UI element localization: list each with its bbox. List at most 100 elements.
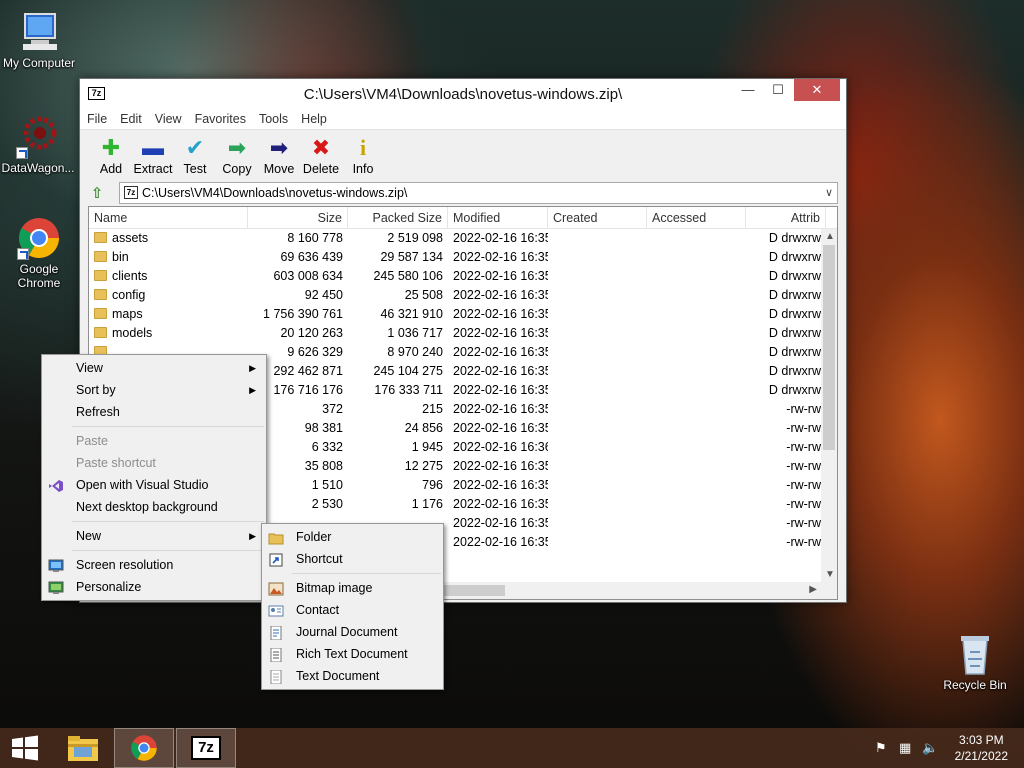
created-cell [548,419,647,438]
accessed-cell [647,495,746,514]
menu-item-view[interactable]: View ▶ [42,357,266,379]
close-button[interactable]: ✕ [794,79,840,101]
column-size[interactable]: Size [248,207,348,228]
delete-label: Delete [302,162,340,176]
start-button[interactable] [0,728,50,768]
action-center-flag-icon[interactable]: ⚑ [875,740,891,756]
accessed-cell [647,514,746,533]
accessed-cell [647,476,746,495]
up-folder-icon[interactable]: ⇧ [86,184,108,202]
menu-item-label: Paste shortcut [76,456,156,470]
taskbar-file-explorer[interactable] [54,728,114,768]
menu-file[interactable]: File [87,112,107,126]
menu-item-shortcut[interactable]: Shortcut [262,548,443,570]
chevron-down-icon[interactable]: ∨ [825,183,833,203]
info-label: Info [352,162,374,176]
attrib-cell: D drwxrw [768,326,821,340]
menu-item-new[interactable]: New ▶ [42,525,266,547]
taskbar-chrome[interactable] [114,728,174,768]
menu-favorites[interactable]: Favorites [195,112,246,126]
menu-item-rich-text-document[interactable]: Rich Text Document [262,643,443,665]
column-packed-size[interactable]: Packed Size [348,207,448,228]
menu-item-label: Shortcut [296,552,343,566]
address-bar: ⇧ 7z C:\Users\VM4\Downloads\novetus-wind… [86,182,838,204]
add-label: Add [99,162,123,176]
desktop-icon-my-computer[interactable]: My Computer [1,10,77,70]
menu-item-text-document[interactable]: Text Document [262,665,443,687]
created-cell [548,229,647,248]
table-row[interactable]: clients 603 008 634 245 580 106 2022-02-16 … [89,267,837,286]
menu-item-label: Next desktop background [76,500,218,514]
copy-label: Copy [222,162,252,176]
volume-muted-icon[interactable]: 🔈 [922,740,938,756]
table-row[interactable]: models 20 120 263 1 036 717 2022-02-16 16:3… [89,324,837,343]
column-accessed[interactable]: Accessed [647,207,746,228]
modified-cell: 2022-02-16 16:35 [453,364,548,378]
shortcut-icon [268,552,284,567]
menu-help[interactable]: Help [301,112,327,126]
extract-label: Extract [133,162,173,176]
move-button[interactable]: ➡ Move [258,134,300,182]
menu-tools[interactable]: Tools [259,112,288,126]
desktop-icon-google-chrome[interactable]: Google Chrome [1,216,77,290]
table-row[interactable]: config 92 450 25 508 2022-02-16 16:35 D drwx… [89,286,837,305]
extract-button[interactable]: ▬ Extract [132,134,174,182]
desktop-icon-recycle-bin[interactable]: Recycle Bin [937,632,1013,692]
table-row[interactable]: maps 1 756 390 761 46 321 910 2022-02-16 16… [89,305,837,324]
menu-item-contact[interactable]: Contact [262,599,443,621]
menu-edit[interactable]: Edit [120,112,142,126]
column-modified[interactable]: Modified [448,207,548,228]
column-created[interactable]: Created [548,207,647,228]
modified-cell: 2022-02-16 16:35 [453,478,548,492]
accessed-cell [647,248,746,267]
menu-item-screen-resolution[interactable]: Screen resolution [42,554,266,576]
column-name[interactable]: Name [89,207,248,228]
menu-item-sort-by[interactable]: Sort by ▶ [42,379,266,401]
menu-view[interactable]: View [155,112,182,126]
name-cell: clients [89,267,248,286]
menu-item-bitmap-image[interactable]: Bitmap image [262,577,443,599]
add-button[interactable]: ✚ Add [90,134,132,182]
menu-item-refresh[interactable]: Refresh [42,401,266,423]
title-bar[interactable]: 7z C:\Users\VM4\Downloads\novetus-window… [80,79,846,109]
datawagon-icon [16,115,60,159]
taskbar-7zip[interactable]: 7z [176,728,236,768]
created-cell [548,476,647,495]
recycle-bin-icon [953,632,997,676]
name-cell: assets [89,229,248,248]
menu-item-personalize[interactable]: Personalize [42,576,266,598]
table-row[interactable]: bin 69 636 439 29 587 134 2022-02-16 16:35 D… [89,248,837,267]
shortcut-arrow-icon [16,147,28,159]
modified-cell: 2022-02-16 16:35 [453,421,548,435]
maximize-button[interactable]: ☐ [764,79,792,101]
scroll-thumb[interactable] [823,245,835,450]
7zip-icon: 7z [191,736,221,760]
minimize-button[interactable]: — [734,79,762,101]
scroll-up-icon[interactable]: ▲ [825,231,835,242]
text-document-icon [268,669,284,685]
network-icon[interactable]: ▦ [899,740,915,756]
desktop-icon-datawagon[interactable]: DataWagon... [0,115,76,175]
clock[interactable]: 3:03 PM 2/21/2022 [955,732,1008,764]
column-headers: Name Size Packed Size Modified Created A… [89,207,837,229]
extract-icon: ▬ [142,135,164,160]
test-button[interactable]: ✔ Test [174,134,216,182]
menu-item-open-with-visual-studio[interactable]: Open with Visual Studio [42,474,266,496]
menu-item-next-desktop-background[interactable]: Next desktop background [42,496,266,518]
accessed-cell [647,400,746,419]
scroll-down-icon[interactable]: ▼ [825,569,835,580]
accessed-cell [647,343,746,362]
info-button[interactable]: i Info [342,134,384,182]
table-row[interactable]: assets 8 160 778 2 519 098 2022-02-16 16:35… [89,229,837,248]
copy-button[interactable]: ➡ Copy [216,134,258,182]
vertical-scrollbar[interactable]: ▲ ▼ [821,229,837,582]
menu-item-journal-document[interactable]: Journal Document [262,621,443,643]
address-input[interactable]: 7z C:\Users\VM4\Downloads\novetus-window… [119,182,838,204]
delete-button[interactable]: ✖ Delete [300,134,342,182]
column-attrib[interactable]: Attrib [746,207,826,228]
menu-item-folder[interactable]: Folder [262,526,443,548]
accessed-cell [647,324,746,343]
created-cell [548,381,647,400]
chevron-right-icon: ▶ [249,385,256,395]
scroll-right-icon[interactable]: ▶ [809,584,817,595]
